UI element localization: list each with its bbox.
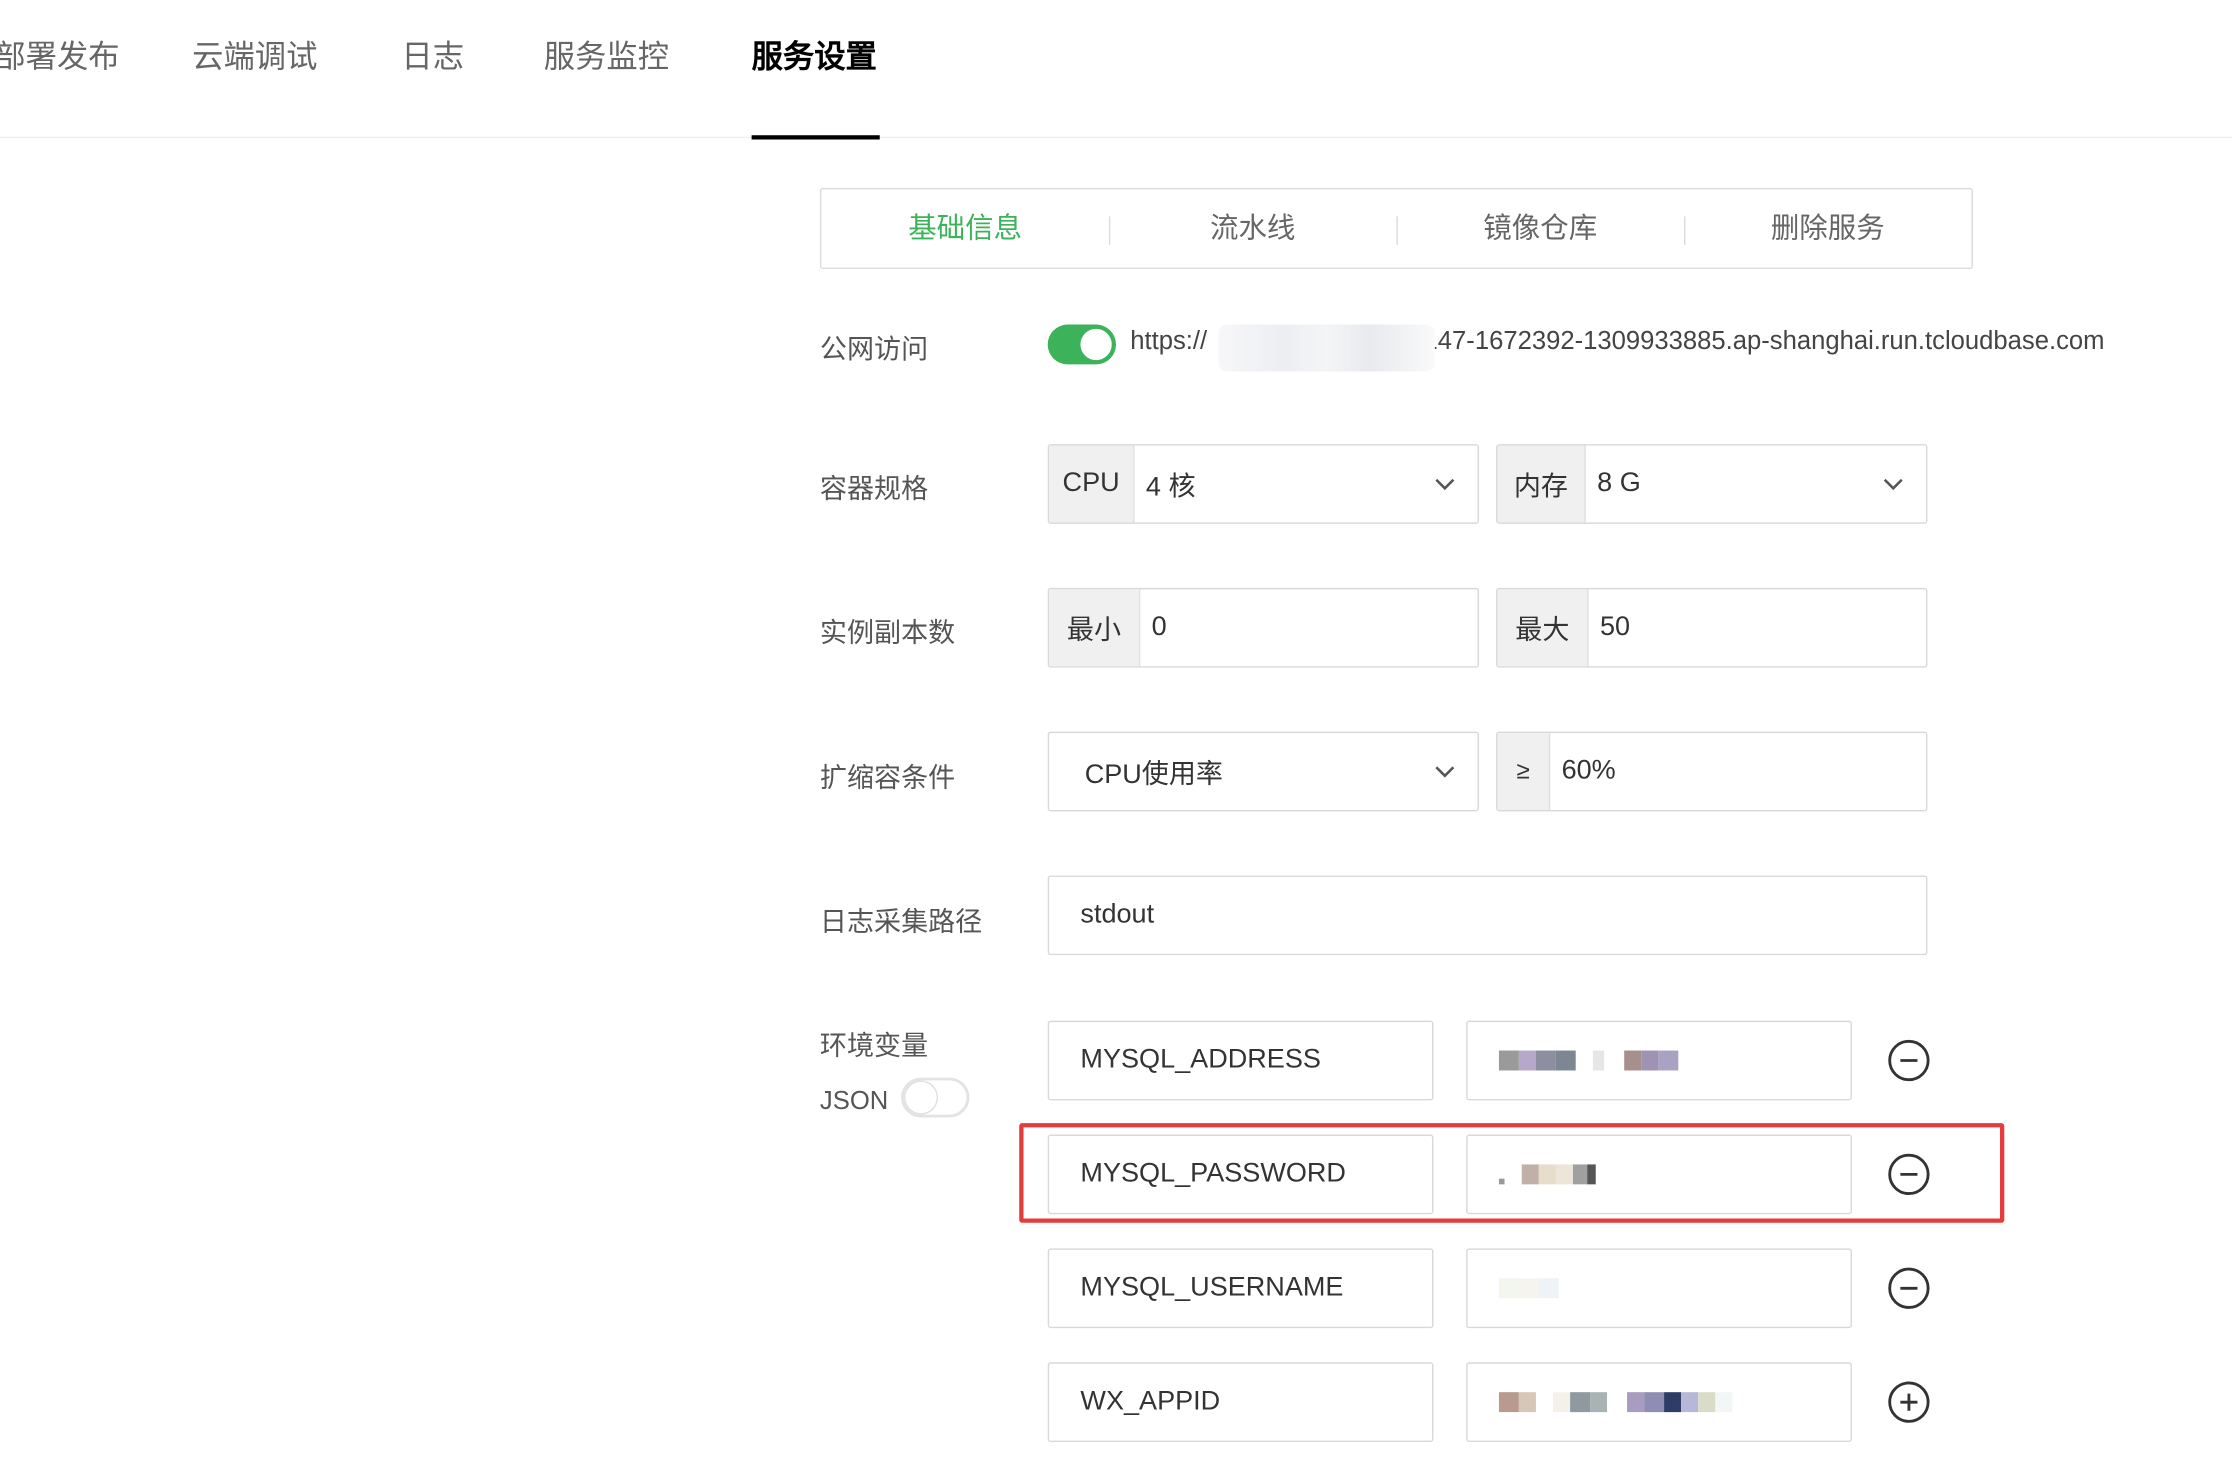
memory-addon: 内存 [1497, 445, 1586, 523]
scaling-metric-value: CPU使用率 [1084, 759, 1223, 790]
subtab-basic-info[interactable]: 基础信息 [821, 189, 1109, 270]
env-key-input[interactable]: WX_APPID [1047, 1362, 1434, 1443]
scaling-threshold-input[interactable]: ≥ 60% [1496, 731, 1928, 812]
log-path-input[interactable]: stdout [1047, 875, 1928, 956]
env-vars-label: 环境变量 [819, 1032, 929, 1062]
tab-cloud-debug[interactable]: 云端调试 [192, 34, 317, 80]
tab-bar-divider [0, 136, 2232, 139]
cpu-addon: CPU [1049, 445, 1135, 523]
scaling-metric-select[interactable]: CPU使用率 [1047, 731, 1480, 812]
scaling-threshold-value: 60% [1561, 755, 1616, 786]
env-value-input[interactable] [1466, 1362, 1852, 1443]
max-replicas-value: 50 [1600, 612, 1631, 642]
env-key-value: MYSQL_ADDRESS [1080, 1044, 1321, 1075]
toggle-knob [905, 1081, 937, 1114]
json-mode-toggle[interactable] [901, 1077, 970, 1118]
max-replicas-input[interactable]: 最大 50 [1496, 587, 1928, 668]
url-prefix: https:// [1130, 325, 1208, 355]
log-path-value: stdout [1080, 899, 1155, 930]
public-access-label: 公网访问 [819, 335, 929, 366]
settings-subtabs: 基础信息 流水线 镜像仓库 删除服务 [819, 187, 1973, 270]
masked-env-value [1498, 1392, 1733, 1413]
cpu-value: 4 核 [1145, 471, 1196, 502]
masked-env-value [1498, 1050, 1679, 1071]
tab-service-settings[interactable]: 服务设置 [752, 34, 877, 80]
public-access-toggle[interactable] [1047, 324, 1117, 365]
url-suffix: 147-1672392-1309933885.ap-shanghai.run.t… [1423, 325, 2105, 355]
env-value-input[interactable] [1466, 1020, 1852, 1101]
chevron-down-icon [1883, 478, 1903, 491]
subtab-image-repo[interactable]: 镜像仓库 [1396, 189, 1684, 270]
chevron-down-icon [1435, 766, 1455, 778]
chevron-down-icon [1435, 478, 1455, 491]
log-path-label: 日志采集路径 [819, 908, 983, 939]
password-row-highlight [1019, 1123, 2005, 1223]
env-key-value: MYSQL_USERNAME [1080, 1272, 1344, 1303]
service-settings-page: 部署发布 云端调试 日志 服务监控 服务设置 基础信息 流水线 镜像仓库 删除服… [0, 0, 2232, 1482]
min-replicas-input[interactable]: 最小 0 [1047, 587, 1480, 668]
json-mode-label: JSON [819, 1086, 889, 1115]
min-addon: 最小 [1049, 589, 1141, 667]
masked-env-value [1498, 1278, 1559, 1299]
subtab-pipeline[interactable]: 流水线 [1109, 189, 1397, 270]
active-tab-indicator [751, 135, 880, 140]
tab-deploy[interactable]: 部署发布 [0, 34, 120, 80]
scaling-label: 扩缩容条件 [819, 764, 956, 795]
memory-value: 8 G [1597, 468, 1641, 499]
env-key-input[interactable]: MYSQL_USERNAME [1047, 1248, 1434, 1329]
env-key-input[interactable]: MYSQL_ADDRESS [1047, 1020, 1434, 1101]
container-spec-label: 容器规格 [819, 475, 929, 506]
replicas-label: 实例副本数 [819, 619, 956, 650]
remove-variable-icon[interactable] [1888, 1267, 1931, 1310]
subtab-delete-service[interactable]: 删除服务 [1684, 189, 1972, 270]
gte-addon: ≥ [1497, 733, 1551, 810]
remove-variable-icon[interactable] [1888, 1039, 1931, 1082]
toggle-knob [1080, 328, 1112, 361]
min-replicas-value: 0 [1151, 612, 1167, 642]
memory-select[interactable]: 内存 8 G [1496, 444, 1928, 524]
env-value-input[interactable] [1466, 1248, 1852, 1329]
tab-logs[interactable]: 日志 [401, 34, 464, 80]
max-addon: 最大 [1497, 589, 1589, 667]
env-key-value: WX_APPID [1080, 1386, 1221, 1417]
tab-monitoring[interactable]: 服务监控 [544, 34, 669, 80]
cpu-select[interactable]: CPU 4 核 [1047, 444, 1480, 524]
add-variable-icon[interactable] [1888, 1381, 1931, 1424]
redacted-url-segment [1218, 324, 1435, 372]
